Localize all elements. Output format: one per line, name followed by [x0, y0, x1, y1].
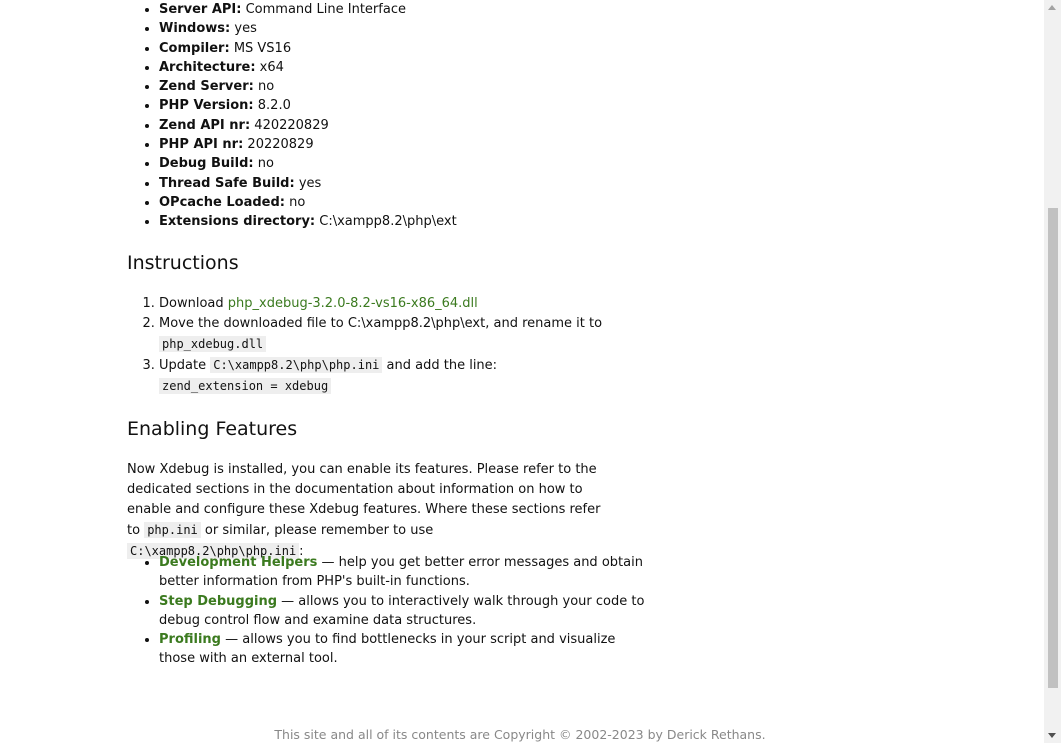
features-list: Development Helpers — help you get bette…	[127, 553, 649, 669]
info-value: no	[289, 194, 306, 210]
step-text: Move the downloaded file to C:\xampp8.2\…	[159, 316, 603, 331]
footer-copyright: This site and all of its contents are Co…	[274, 727, 766, 742]
info-item: Zend Server: no	[159, 77, 647, 96]
instruction-step-update: Update C:\xampp8.2\php\php.ini and add t…	[159, 355, 639, 397]
main-content: Server API: Command Line Interface Windo…	[127, 0, 647, 666]
info-key: Extensions directory:	[159, 214, 316, 230]
php-ini-code: php.ini	[144, 522, 201, 538]
info-value: x64	[259, 59, 284, 75]
info-item: Extensions directory: C:\xampp8.2\php\ex…	[159, 212, 647, 231]
instructions-steps: Download php_xdebug-3.2.0-8.2-vs16-x86_6…	[127, 294, 639, 397]
feature-item: Step Debugging — allows you to interacti…	[159, 592, 649, 631]
step-text: Update	[159, 358, 207, 373]
info-key: Server API:	[159, 2, 242, 17]
info-value: no	[257, 156, 274, 172]
profiling-link[interactable]: Profiling	[159, 632, 221, 647]
info-key: Compiler:	[159, 40, 230, 56]
info-key: Architecture:	[159, 59, 256, 75]
page-viewport: Server API: Command Line Interface Windo…	[0, 0, 1061, 743]
intro-text: or similar, please remember to use	[204, 523, 434, 538]
info-key: Zend Server:	[159, 79, 254, 95]
scroll-thumb[interactable]	[1048, 208, 1058, 688]
info-item: Server API: Command Line Interface	[159, 0, 647, 19]
info-item: PHP Version: 8.2.0	[159, 96, 647, 115]
info-item: Thread Safe Build: yes	[159, 174, 647, 193]
info-key: Thread Safe Build:	[159, 175, 295, 191]
instruction-step-download: Download php_xdebug-3.2.0-8.2-vs16-x86_6…	[159, 294, 639, 314]
info-value: no	[257, 79, 275, 95]
development-helpers-link[interactable]: Development Helpers	[159, 555, 317, 570]
info-key: Windows:	[159, 21, 231, 37]
enabling-intro-paragraph: Now Xdebug is installed, you can enable …	[127, 460, 607, 562]
info-item: Windows: yes	[159, 19, 647, 38]
info-key: PHP Version:	[159, 98, 254, 114]
scroll-down-arrow-icon[interactable]	[1048, 733, 1056, 738]
step-text: Download	[159, 296, 224, 311]
info-item: Compiler: MS VS16	[159, 39, 647, 58]
info-item: Architecture: x64	[159, 58, 647, 77]
info-value: 420220829	[254, 117, 329, 133]
info-value: yes	[234, 21, 257, 37]
info-value: MS VS16	[233, 40, 292, 56]
step-text: and add the line:	[386, 358, 498, 373]
dll-filename-code: php_xdebug.dll	[159, 336, 267, 352]
info-value: 8.2.0	[257, 98, 291, 114]
feature-item: Development Helpers — help you get bette…	[159, 553, 649, 592]
info-item: OPcache Loaded: no	[159, 193, 647, 212]
instructions-heading: Instructions	[127, 252, 239, 274]
info-value: yes	[298, 175, 322, 191]
vertical-scrollbar[interactable]	[1044, 0, 1061, 743]
feature-item: Profiling — allows you to find bottlenec…	[159, 630, 649, 669]
info-value: Command Line Interface	[245, 2, 406, 17]
environment-info-list: Server API: Command Line Interface Windo…	[127, 0, 647, 232]
php-ini-path-code: C:\xampp8.2\php\php.ini	[210, 357, 383, 373]
info-item: Debug Build: no	[159, 154, 647, 173]
enabling-features-heading: Enabling Features	[127, 418, 298, 440]
feature-desc: — allows you to find bottlenecks in your…	[159, 632, 616, 667]
scroll-up-arrow-icon[interactable]	[1048, 5, 1056, 10]
info-key: PHP API nr:	[159, 137, 244, 153]
info-key: OPcache Loaded:	[159, 194, 285, 210]
info-item: Zend API nr: 420220829	[159, 116, 647, 135]
info-key: Zend API nr:	[159, 117, 251, 133]
step-debugging-link[interactable]: Step Debugging	[159, 594, 277, 609]
info-value: 20220829	[247, 137, 314, 153]
info-item: PHP API nr: 20220829	[159, 135, 647, 154]
zend-extension-line-code: zend_extension = xdebug	[159, 378, 332, 394]
instruction-step-move: Move the downloaded file to C:\xampp8.2\…	[159, 314, 639, 355]
info-value: C:\xampp8.2\php\ext	[319, 214, 457, 230]
download-dll-link[interactable]: php_xdebug-3.2.0-8.2-vs16-x86_64.dll	[228, 296, 478, 311]
info-key: Debug Build:	[159, 156, 254, 172]
